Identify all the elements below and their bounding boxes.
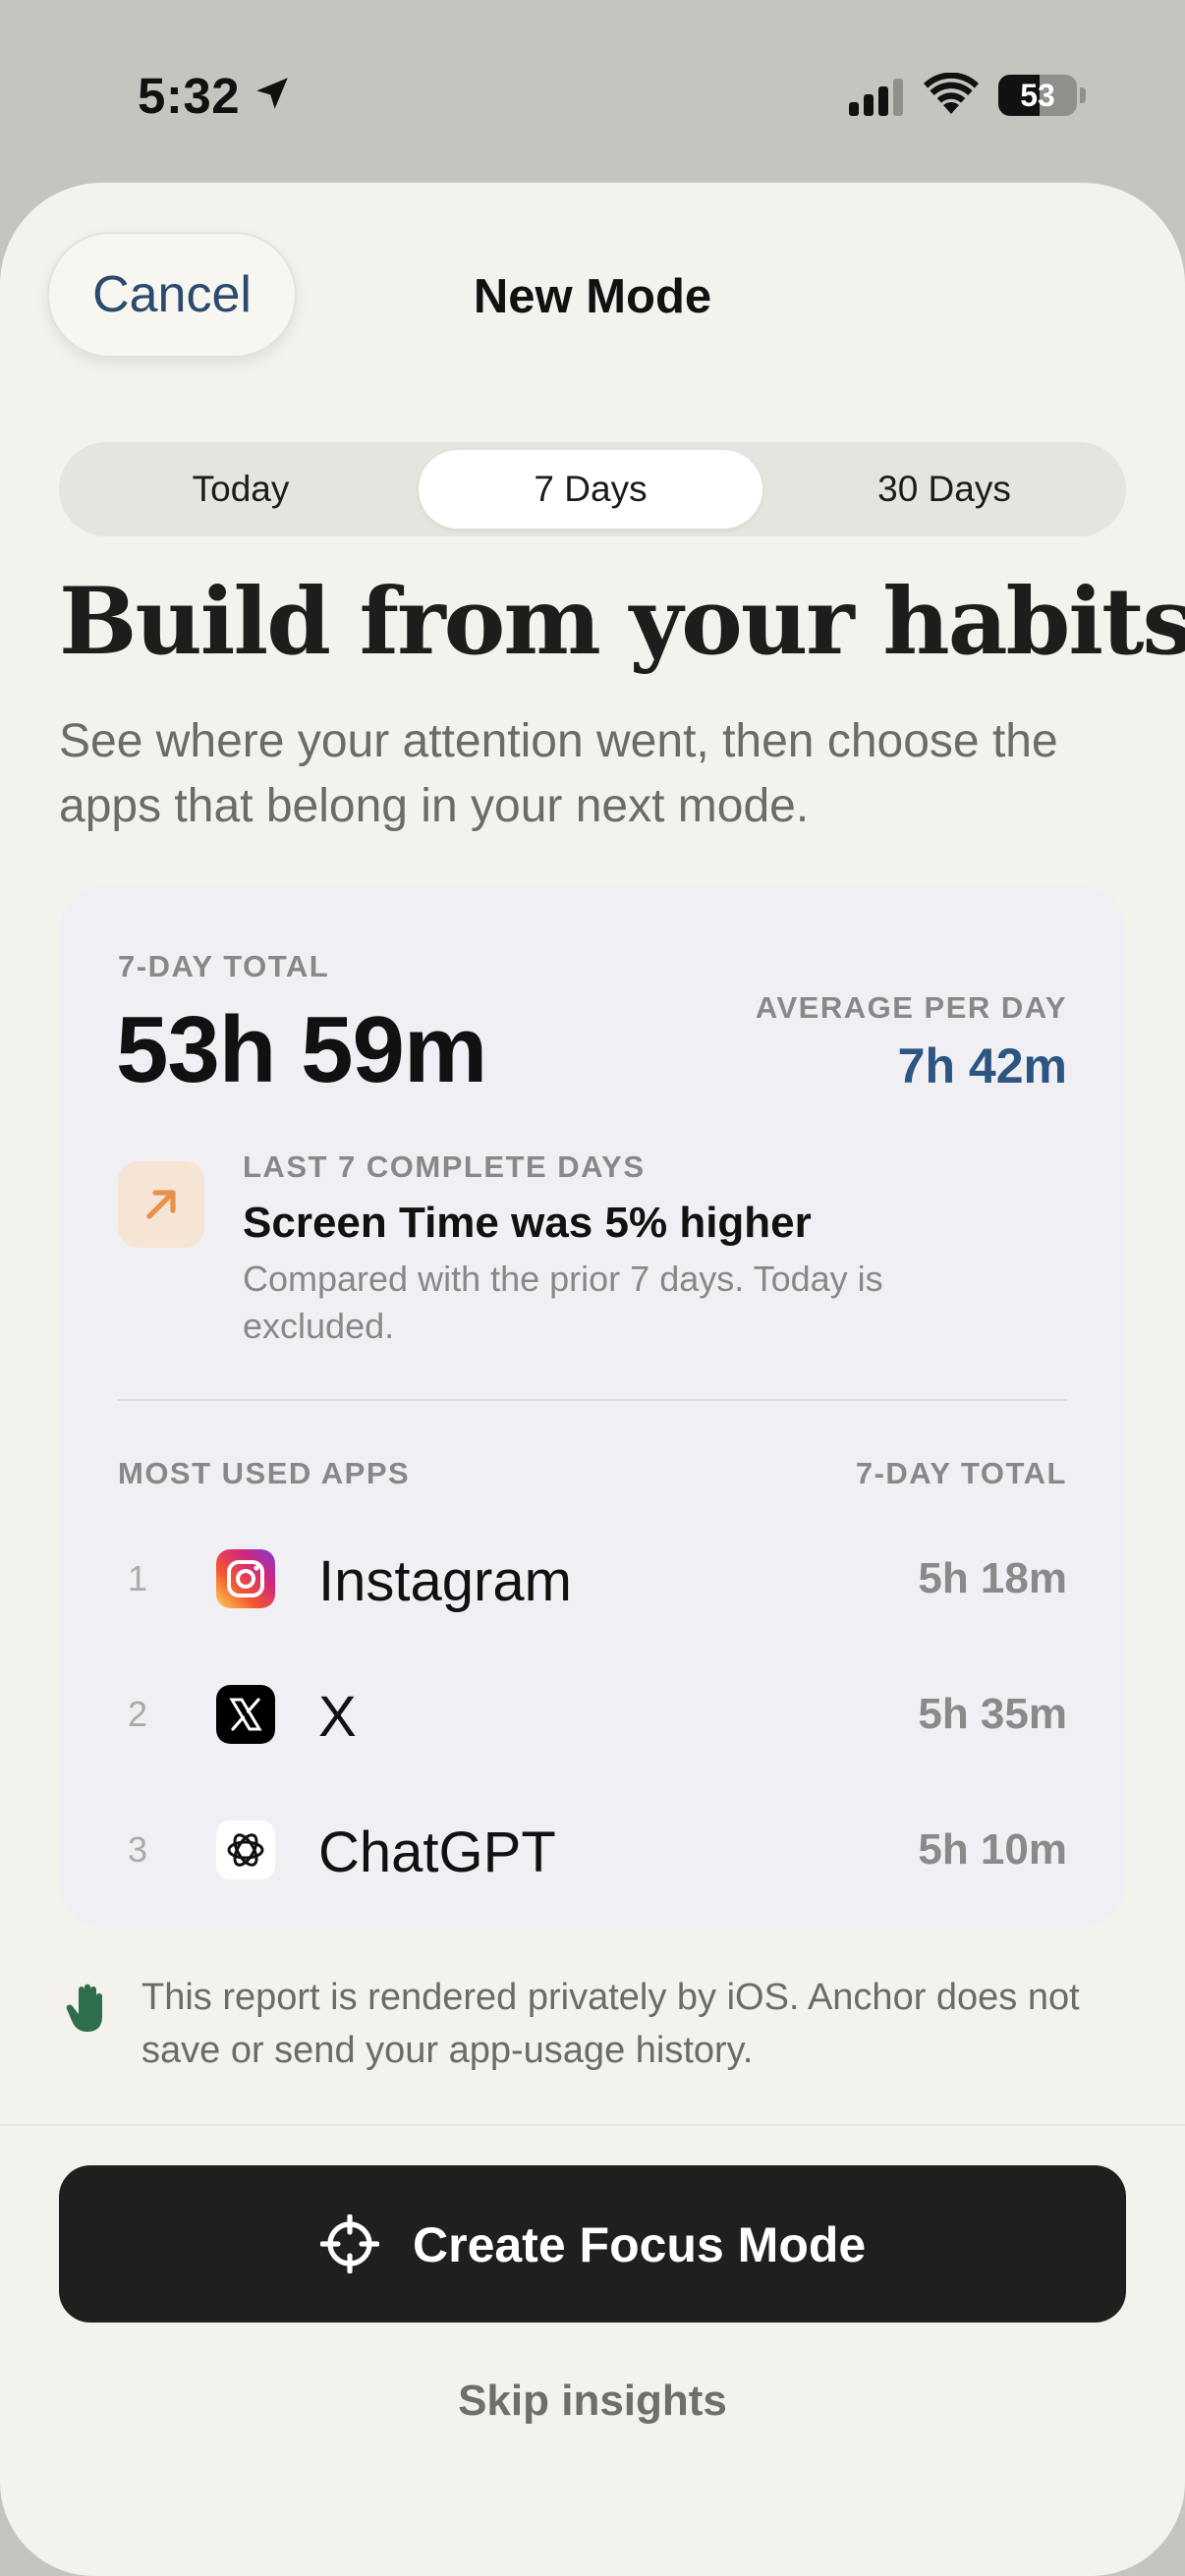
average-label: AVERAGE PER DAY — [755, 990, 1067, 1025]
cancel-button[interactable]: Cancel — [47, 232, 297, 358]
usage-summary-card: 7-DAY TOTAL 53h 59m AVERAGE PER DAY 7h 4… — [59, 886, 1126, 1928]
crosshair-icon — [320, 2214, 379, 2273]
tab-30-days[interactable]: 30 Days — [770, 450, 1118, 529]
battery-cap — [1080, 87, 1086, 103]
page-headline: Build from your habits — [59, 568, 1185, 676]
tab-7-days[interactable]: 7 Days — [419, 450, 762, 529]
tab-today[interactable]: Today — [67, 450, 415, 529]
create-focus-mode-button[interactable]: Create Focus Mode — [59, 2165, 1126, 2323]
app-rank: 3 — [127, 1829, 148, 1870]
app-name: ChatGPT — [318, 1820, 556, 1884]
app-rank: 2 — [127, 1694, 148, 1734]
app-time: 5h 10m — [918, 1825, 1067, 1874]
app-row-chatgpt[interactable]: 3 ChatGPT 5h 10m — [59, 1796, 1126, 1904]
total-label: 7-DAY TOTAL — [118, 949, 330, 983]
trend-description: Compared with the prior 7 days. Today is… — [243, 1259, 883, 1346]
x-icon — [216, 1685, 275, 1744]
location-arrow-icon — [256, 78, 288, 109]
status-time: 5:32 — [138, 68, 241, 124]
trend-badge — [118, 1161, 204, 1248]
create-focus-mode-label: Create Focus Mode — [413, 2217, 867, 2272]
sheet-title: New Mode — [473, 270, 712, 323]
page-subtext: See where your attention went, then choo… — [59, 715, 1058, 832]
app-name: Instagram — [318, 1549, 572, 1613]
battery-icon: 53 — [998, 75, 1077, 116]
app-time: 5h 18m — [918, 1554, 1067, 1602]
privacy-note: This report is rendered privately by iOS… — [141, 1977, 1080, 2071]
trend-label: LAST 7 COMPLETE DAYS — [243, 1149, 646, 1184]
app-row-instagram[interactable]: 1 Instagram 5h 18m — [59, 1525, 1126, 1633]
skip-insights-button[interactable]: Skip insights — [396, 2364, 789, 2438]
instagram-icon — [216, 1549, 275, 1608]
new-mode-sheet: Cancel New Mode Today 7 Days 30 Days Bui… — [0, 183, 1185, 2576]
status-bar: 5:32 53 — [0, 0, 1185, 183]
app-time: 5h 35m — [918, 1690, 1067, 1738]
battery-level: 53 — [1020, 78, 1055, 113]
average-value: 7h 42m — [897, 1038, 1067, 1093]
cellular-signal-icon — [849, 79, 903, 116]
chatgpt-icon — [216, 1820, 275, 1879]
total-value: 53h 59m — [116, 997, 487, 1102]
most-used-apps-label: MOST USED APPS — [118, 1456, 411, 1490]
trend-title: Screen Time was 5% higher — [243, 1199, 812, 1247]
app-row-x[interactable]: 2 X 5h 35m — [59, 1660, 1126, 1768]
apps-total-label: 7-DAY TOTAL — [855, 1456, 1067, 1490]
hand-icon — [66, 1984, 102, 2032]
app-rank: 1 — [127, 1558, 148, 1598]
footer-divider — [0, 2124, 1185, 2126]
range-segmented-control: Today 7 Days 30 Days — [59, 442, 1126, 536]
wifi-icon — [924, 73, 979, 114]
arrow-up-right-icon — [146, 1190, 176, 1219]
card-divider — [118, 1399, 1067, 1401]
app-name: X — [318, 1685, 357, 1749]
